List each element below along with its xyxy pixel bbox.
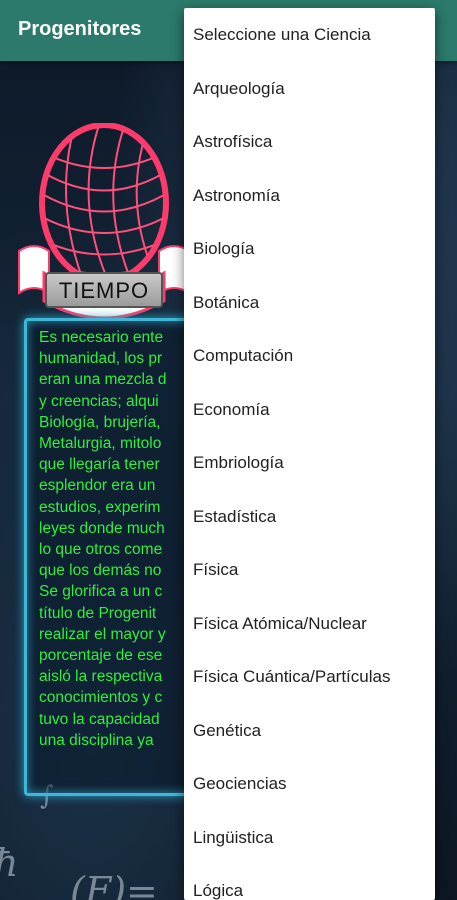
menu-item-economia[interactable]: Economía (184, 383, 435, 437)
menu-item-arqueologia[interactable]: Arqueología (184, 62, 435, 116)
menu-item-seleccione[interactable]: Seleccione una Ciencia (184, 8, 435, 62)
menu-item-astrofisica[interactable]: Astrofísica (184, 115, 435, 169)
math-decoration: (F)= (70, 869, 158, 900)
menu-item-fisica[interactable]: Física (184, 543, 435, 597)
menu-item-fisica-atomica[interactable]: Física Atómica/Nuclear (184, 597, 435, 651)
menu-item-botanica[interactable]: Botánica (184, 276, 435, 330)
menu-item-biologia[interactable]: Biología (184, 222, 435, 276)
menu-item-computacion[interactable]: Computación (184, 329, 435, 383)
math-decoration: ħ (0, 841, 18, 885)
menu-item-embriologia[interactable]: Embriología (184, 436, 435, 490)
menu-item-geociencias[interactable]: Geociencias (184, 757, 435, 811)
menu-item-estadistica[interactable]: Estadística (184, 490, 435, 544)
app-title: Progenitores (18, 18, 142, 40)
menu-item-genetica[interactable]: Genética (184, 704, 435, 758)
menu-item-linguistica[interactable]: Lingüistica (184, 811, 435, 865)
science-dropdown-menu: Seleccione una Ciencia Arqueología Astro… (184, 8, 435, 900)
menu-item-logica[interactable]: Lógica (184, 864, 435, 900)
menu-item-fisica-cuantica[interactable]: Física Cuántica/Partículas (184, 650, 435, 704)
tiempo-button[interactable]: TIEMPO (45, 272, 163, 308)
menu-item-astronomia[interactable]: Astronomía (184, 169, 435, 223)
